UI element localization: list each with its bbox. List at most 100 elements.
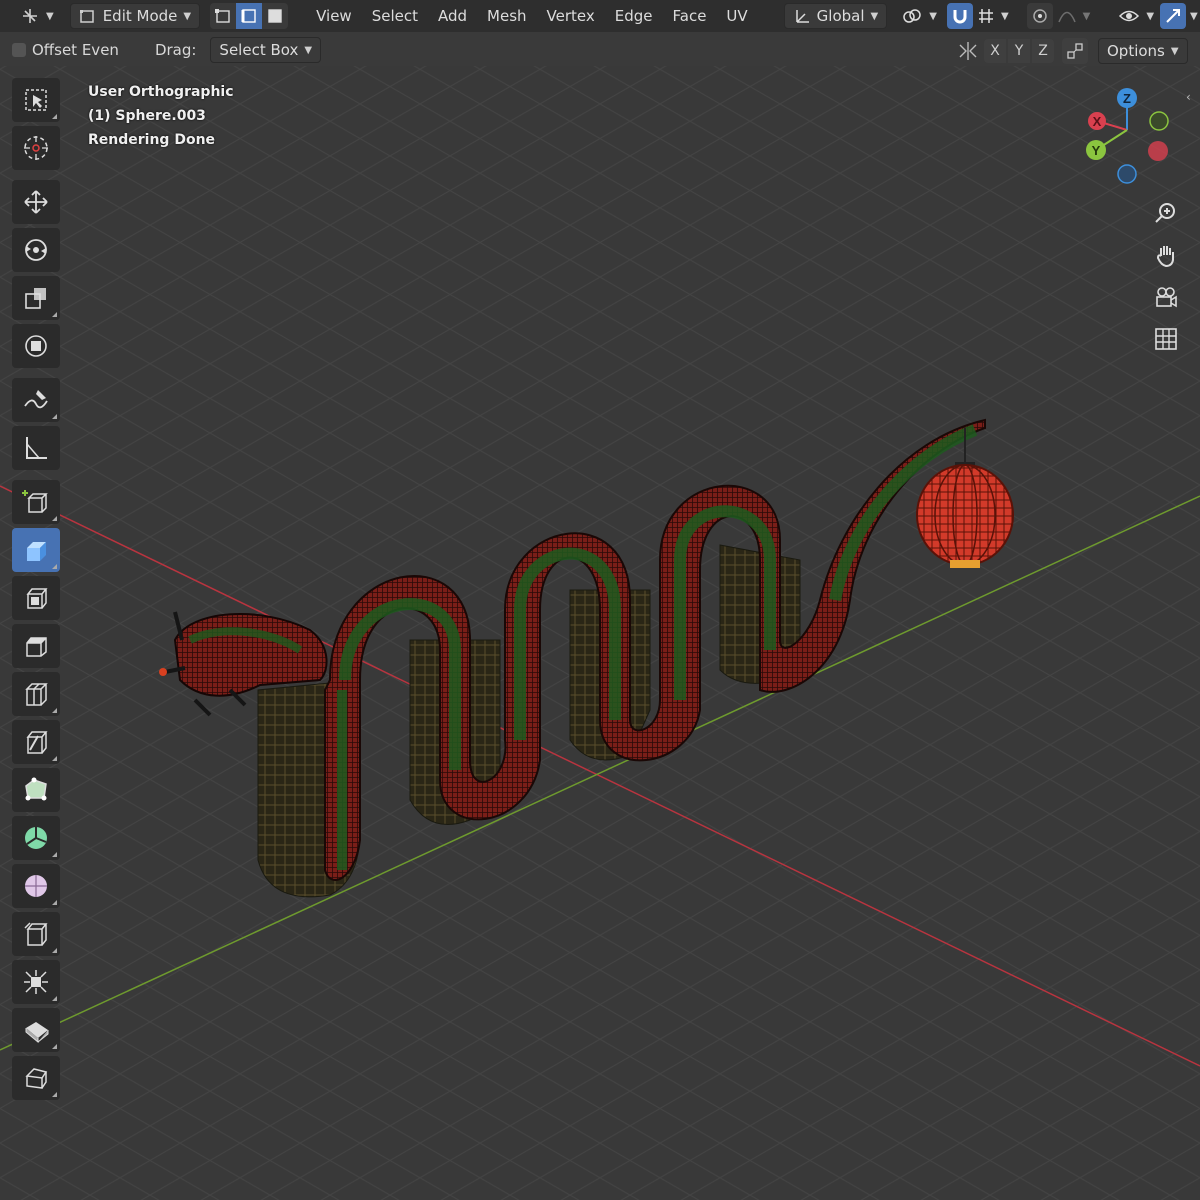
smooth-icon <box>25 875 47 897</box>
chevron-down-icon: ▼ <box>304 44 313 56</box>
mirror-axis-group: X Y Z Options ▼ <box>956 38 1188 64</box>
tool-add-cube[interactable] <box>12 480 60 524</box>
mirror-z-button[interactable]: Z <box>1032 39 1054 63</box>
tool-transform[interactable] <box>12 324 60 368</box>
chevron-down-icon: ▼ <box>1146 10 1155 22</box>
tool-bevel[interactable] <box>12 624 60 668</box>
tool-cursor[interactable] <box>12 126 60 170</box>
mode-dropdown[interactable]: Edit Mode ▼ <box>69 3 201 29</box>
gizmo-toggle-button[interactable] <box>1160 3 1187 29</box>
scale-icon <box>25 288 46 309</box>
menu-mesh[interactable]: Mesh <box>479 3 535 29</box>
face-select-button[interactable] <box>262 3 288 29</box>
chevron-down-icon: ▼ <box>1082 10 1091 22</box>
tool-select-box[interactable] <box>12 78 60 122</box>
editor-type-button[interactable]: ▼ <box>12 3 62 29</box>
orientation-label: Global <box>816 7 865 25</box>
tool-shear[interactable] <box>12 1008 60 1052</box>
spin-icon <box>25 827 47 849</box>
tool-rotate[interactable] <box>12 228 60 272</box>
magnet-icon <box>953 10 967 24</box>
shrink-fatten-icon <box>24 970 48 994</box>
gizmo-x-neg[interactable] <box>1148 141 1168 161</box>
tool-inset-faces[interactable] <box>12 576 60 620</box>
zoom-in-icon <box>1155 203 1175 223</box>
tool-shelf <box>12 78 64 1104</box>
hand-icon <box>1156 246 1174 268</box>
snap-toggle-button[interactable] <box>946 3 973 29</box>
tool-move[interactable] <box>12 180 60 224</box>
chevron-down-icon: ▼ <box>870 10 879 22</box>
projection-toggle-button[interactable] <box>1148 320 1184 358</box>
falloff-dropdown[interactable]: ▼ <box>1053 3 1095 29</box>
chevron-down-icon: ▼ <box>1170 45 1179 57</box>
select-mode-group <box>210 3 289 29</box>
menu-edge[interactable]: Edge <box>607 3 661 29</box>
proportional-edit-button[interactable] <box>1026 3 1053 29</box>
mirror-y-button[interactable]: Y <box>1008 39 1030 63</box>
gizmo-y-neg[interactable] <box>1149 111 1169 131</box>
tool-annotate[interactable] <box>12 378 60 422</box>
move-icon <box>24 190 48 214</box>
zoom-button[interactable] <box>1148 194 1184 232</box>
tool-loop-cut[interactable] <box>12 672 60 716</box>
tool-variant-indicator-icon <box>52 414 57 419</box>
tool-variant-indicator-icon <box>52 996 57 1001</box>
tool-variant-indicator-icon <box>52 900 57 905</box>
tool-extrude-region[interactable] <box>12 528 60 572</box>
cursor-icon <box>24 136 48 160</box>
menu-add[interactable]: Add <box>430 3 475 29</box>
transform-orientation-dropdown[interactable]: Global ▼ <box>783 3 888 29</box>
tool-shrink-fatten[interactable] <box>12 960 60 1004</box>
pan-button[interactable] <box>1148 236 1184 274</box>
chevron-down-icon: ▼ <box>929 10 937 22</box>
menu-view[interactable]: View <box>308 3 360 29</box>
view-name-text: User Orthographic <box>88 84 234 100</box>
chevron-down-icon[interactable]: ▼ <box>1190 11 1198 22</box>
editor-type-icon <box>23 9 37 23</box>
sidebar-expand-icon[interactable]: ‹ <box>1186 90 1191 104</box>
bevel-icon <box>26 637 47 657</box>
tool-variant-indicator-icon <box>52 948 57 953</box>
3d-viewport[interactable] <box>0 66 1200 1200</box>
edge-select-button[interactable] <box>236 3 263 29</box>
tool-knife[interactable] <box>12 720 60 764</box>
options-dropdown[interactable]: Options ▼ <box>1098 38 1188 64</box>
extrude-region-icon <box>27 542 46 561</box>
drag-dropdown[interactable]: Select Box ▼ <box>210 37 322 63</box>
tool-scale[interactable] <box>12 276 60 320</box>
pivot-point-dropdown[interactable]: ▼ <box>893 3 945 29</box>
topology-mirror-button[interactable] <box>1062 38 1088 64</box>
tool-spin[interactable] <box>12 816 60 860</box>
camera-view-button[interactable] <box>1148 278 1184 316</box>
object-name-text: (1) Sphere.003 <box>88 108 206 124</box>
mode-label: Edit Mode <box>102 7 178 25</box>
tool-variant-indicator-icon <box>52 1092 57 1097</box>
tool-measure[interactable] <box>12 426 60 470</box>
navigation-gizmo[interactable]: X Z Y <box>1075 80 1185 190</box>
tool-rip-region[interactable] <box>12 1056 60 1100</box>
render-status-text: Rendering Done <box>88 132 216 148</box>
shear-icon <box>25 1022 49 1044</box>
rip-region-icon <box>25 1068 48 1089</box>
vertex-select-button[interactable] <box>210 3 236 29</box>
select-box-icon <box>25 89 47 111</box>
vertex-select-icon <box>215 9 230 23</box>
menu-vertex[interactable]: Vertex <box>539 3 603 29</box>
gizmo-z-neg[interactable] <box>1117 164 1137 184</box>
tool-variant-indicator-icon <box>52 708 57 713</box>
menu-select[interactable]: Select <box>364 3 426 29</box>
navigation-controls <box>1148 194 1184 362</box>
mirror-x-button[interactable]: X <box>984 39 1006 63</box>
tool-edge-slide[interactable] <box>12 912 60 956</box>
menu-face[interactable]: Face <box>665 3 715 29</box>
transform-icon <box>25 335 47 357</box>
offset-even-checkbox[interactable] <box>12 43 26 57</box>
edge-select-icon <box>241 9 256 23</box>
menu-uv[interactable]: UV <box>718 3 755 29</box>
snap-target-dropdown[interactable]: ▼ <box>973 3 1013 29</box>
annotate-icon <box>24 390 48 409</box>
tool-smooth[interactable] <box>12 864 60 908</box>
visibility-dropdown[interactable]: ▼ <box>1114 3 1158 29</box>
tool-poly-build[interactable] <box>12 768 60 812</box>
